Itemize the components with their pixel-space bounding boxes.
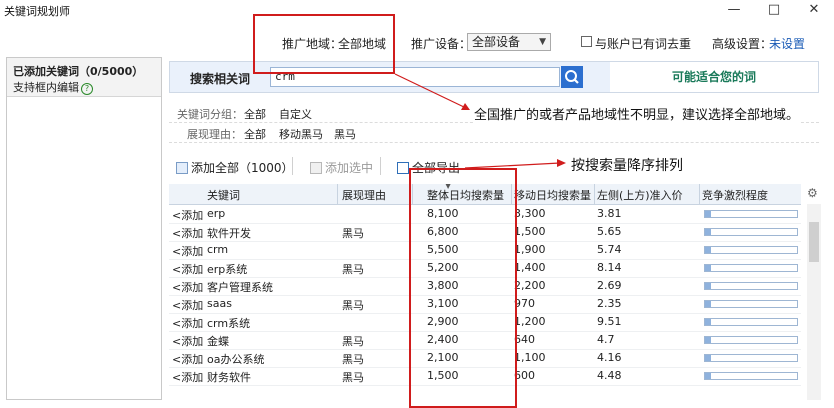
sort-note: 按搜索量降序排列 bbox=[571, 155, 683, 175]
region-note: 全国推广的或者产品地域性不明显，建议选择全部地域。 bbox=[474, 104, 800, 123]
annotation-arrows bbox=[394, 73, 566, 169]
